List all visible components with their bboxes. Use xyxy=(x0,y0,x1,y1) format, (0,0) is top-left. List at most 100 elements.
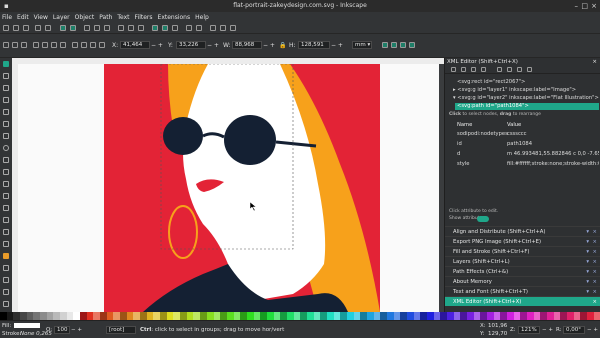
zoom-tool-icon[interactable] xyxy=(3,97,9,103)
text-tool-icon[interactable] xyxy=(3,217,9,223)
palette-swatch[interactable] xyxy=(100,312,107,320)
zoom-selection-icon[interactable] xyxy=(118,25,124,31)
w-field[interactable]: 88,968 xyxy=(232,41,262,49)
palette-swatch[interactable] xyxy=(260,312,267,320)
palette-swatch[interactable] xyxy=(26,312,34,320)
new-icon[interactable] xyxy=(3,25,9,31)
star-tool-icon[interactable] xyxy=(3,157,9,163)
palette-swatch[interactable] xyxy=(326,312,334,320)
palette-swatch[interactable] xyxy=(206,312,214,320)
palette-swatch[interactable] xyxy=(320,312,327,320)
pencil-tool-icon[interactable] xyxy=(3,181,9,187)
pen-tool-icon[interactable] xyxy=(3,193,9,199)
palette-swatch[interactable] xyxy=(73,312,81,320)
palette-swatch[interactable] xyxy=(193,312,201,320)
palette-swatch[interactable] xyxy=(273,312,281,320)
palette-swatch[interactable] xyxy=(180,312,187,320)
flip-vertical-icon[interactable] xyxy=(60,42,66,48)
raise-top-icon[interactable] xyxy=(72,42,78,48)
palette-swatch[interactable] xyxy=(487,312,494,320)
undo-icon[interactable] xyxy=(60,25,66,31)
minimize-icon[interactable]: – xyxy=(575,0,579,12)
palette-swatch[interactable] xyxy=(313,312,321,320)
menu-edit[interactable]: Edit xyxy=(17,14,29,21)
palette-swatch[interactable] xyxy=(467,312,474,320)
palette-swatch[interactable] xyxy=(20,312,27,320)
column-header-value[interactable]: Value xyxy=(507,122,599,128)
palette-swatch[interactable] xyxy=(507,312,514,320)
3d-box-tool-icon[interactable] xyxy=(3,133,9,139)
menu-filters[interactable]: Filters xyxy=(135,14,153,21)
clone-icon[interactable] xyxy=(162,25,168,31)
menu-text[interactable]: Text xyxy=(117,14,129,21)
menu-help[interactable]: Help xyxy=(195,14,209,21)
palette-swatch[interactable] xyxy=(33,312,41,320)
palette-swatch[interactable] xyxy=(340,312,347,320)
palette-swatch[interactable] xyxy=(547,312,554,320)
portrait-artwork[interactable] xyxy=(18,64,439,312)
palette-swatch[interactable] xyxy=(427,312,434,320)
zoom-stepper-icon[interactable]: − + xyxy=(542,327,553,333)
zoom-field[interactable]: 121% xyxy=(518,326,540,334)
palette-swatch[interactable] xyxy=(433,312,441,320)
dock-path-effects[interactable]: Path Effects (Ctrl+&) ▾ × xyxy=(445,266,600,276)
palette-swatch[interactable] xyxy=(406,312,414,320)
duplicate-node-icon[interactable] xyxy=(471,67,476,72)
attr-value[interactable]: fill:#ffffff;stroke:none;stroke-width:0.… xyxy=(507,161,599,167)
palette-swatch[interactable] xyxy=(53,312,61,320)
palette-swatch[interactable] xyxy=(413,312,421,320)
palette-swatch[interactable] xyxy=(553,312,561,320)
h-field[interactable]: 128,591 xyxy=(298,41,330,49)
palette-swatch[interactable] xyxy=(13,312,21,320)
raise-node-icon[interactable] xyxy=(517,67,522,72)
palette-swatch[interactable] xyxy=(473,312,481,320)
menu-file[interactable]: File xyxy=(2,14,12,21)
deselect-icon[interactable] xyxy=(21,42,27,48)
palette-swatch[interactable] xyxy=(286,312,294,320)
paint-bucket-tool-icon[interactable] xyxy=(3,253,9,259)
palette-swatch[interactable] xyxy=(166,312,174,320)
attr-value[interactable]: path1084 xyxy=(507,141,599,147)
measure-tool-icon[interactable] xyxy=(3,109,9,115)
unindent-icon[interactable] xyxy=(497,67,502,72)
h-stepper-icon[interactable]: − + xyxy=(331,42,343,49)
palette-swatch[interactable] xyxy=(560,312,568,320)
y-field[interactable]: 33,226 xyxy=(176,41,206,49)
palette-swatch[interactable] xyxy=(226,312,234,320)
palette-swatch[interactable] xyxy=(440,312,448,320)
palette-swatch[interactable] xyxy=(233,312,241,320)
xml-node-selected[interactable]: <svg:path id="path1084"> xyxy=(455,103,599,110)
attr-name[interactable]: sodipodi:nodetypes xyxy=(457,131,508,137)
attr-name[interactable]: style xyxy=(457,161,469,167)
dock-xml-editor[interactable]: XML Editor (Shift+Ctrl+X) × xyxy=(445,296,600,306)
dropper-tool-icon[interactable] xyxy=(3,289,9,295)
attr-value[interactable]: csssccc xyxy=(507,131,599,137)
palette-swatch[interactable] xyxy=(246,312,254,320)
new-text-node-icon[interactable] xyxy=(461,67,466,72)
palette-swatch[interactable] xyxy=(46,312,54,320)
show-attributes-toggle[interactable] xyxy=(477,216,489,222)
import-icon[interactable] xyxy=(45,25,51,31)
palette-swatch[interactable] xyxy=(266,312,274,320)
palette-swatch[interactable] xyxy=(60,312,67,320)
palette-swatch[interactable] xyxy=(527,312,534,320)
palette-swatch[interactable] xyxy=(520,312,528,320)
text-font-icon[interactable] xyxy=(220,25,226,31)
selector-tool-icon[interactable] xyxy=(3,61,9,67)
menu-extensions[interactable]: Extensions xyxy=(158,14,191,21)
maximize-icon[interactable]: □ xyxy=(581,0,588,12)
attr-name[interactable]: d xyxy=(457,151,460,157)
palette-swatch[interactable] xyxy=(540,312,548,320)
raise-icon[interactable] xyxy=(81,42,87,48)
indent-icon[interactable] xyxy=(507,67,512,72)
zoom-drawing-icon[interactable] xyxy=(128,25,134,31)
palette-swatch[interactable] xyxy=(213,312,221,320)
palette-swatch[interactable] xyxy=(460,312,468,320)
palette-swatch[interactable] xyxy=(133,312,141,320)
palette-swatch[interactable] xyxy=(393,312,401,320)
flip-horizontal-icon[interactable] xyxy=(51,42,57,48)
palette-swatch[interactable] xyxy=(353,312,361,320)
node-tool-icon[interactable] xyxy=(3,73,9,79)
attr-value[interactable]: m 46.993481,55.882846 c 0,0 -7.65... xyxy=(507,151,599,157)
palette-swatch[interactable] xyxy=(587,312,594,320)
